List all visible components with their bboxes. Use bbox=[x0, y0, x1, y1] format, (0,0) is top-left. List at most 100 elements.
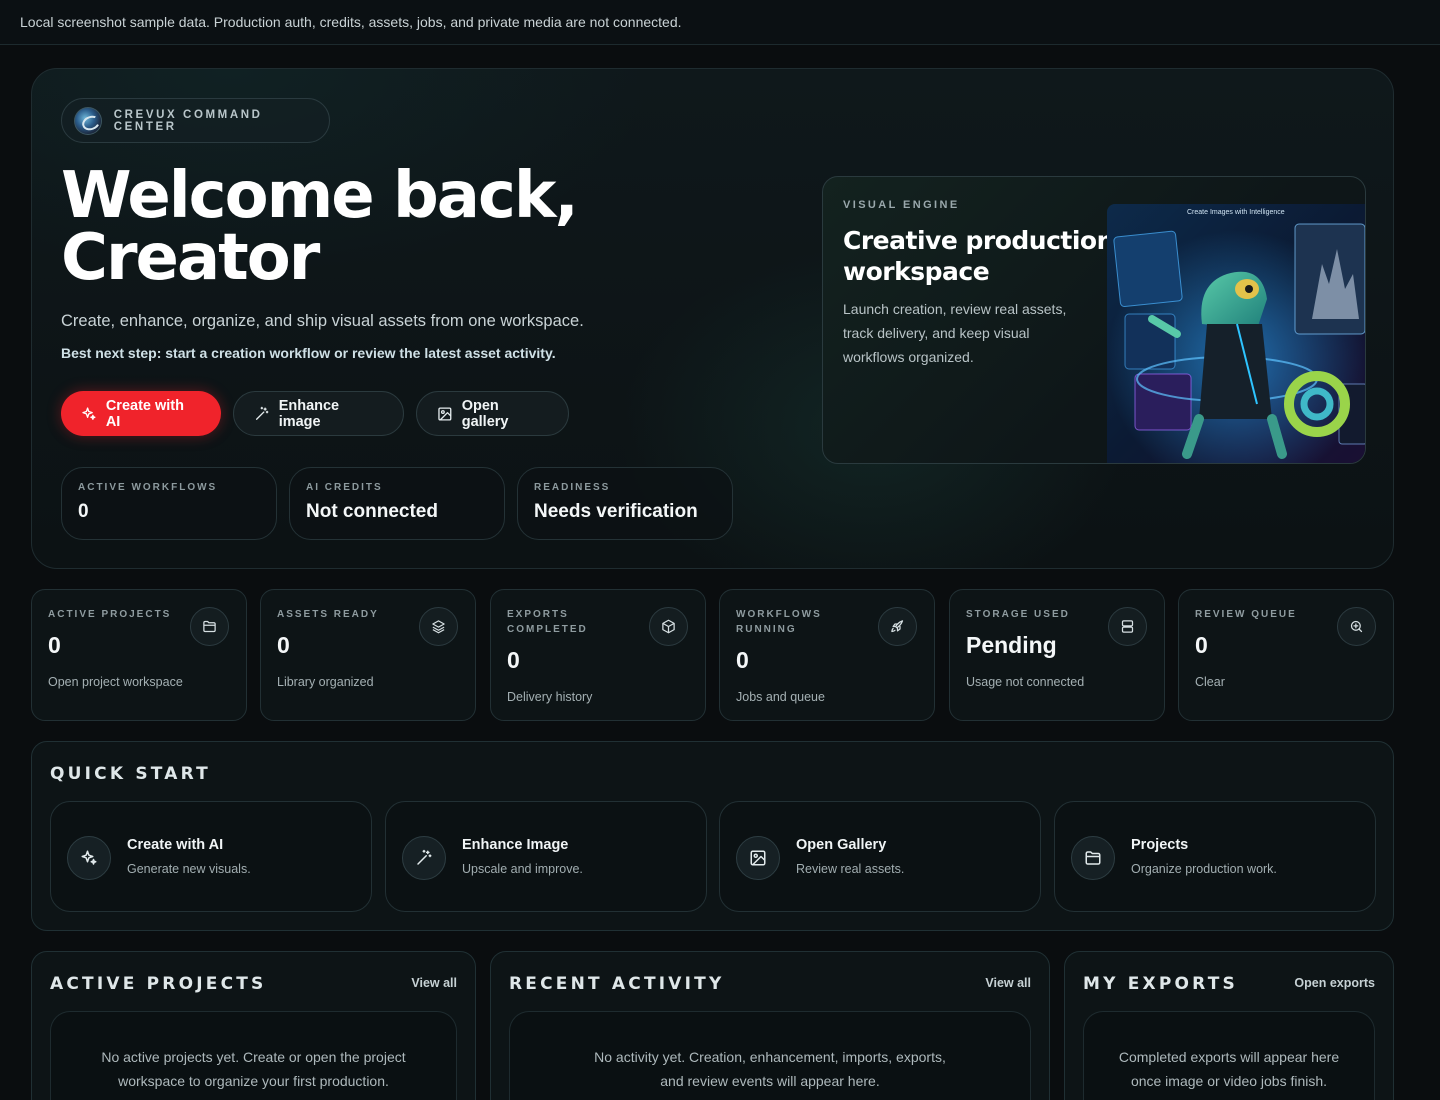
metric-value: 0 bbox=[736, 647, 749, 673]
metric-subtext: Library organized bbox=[277, 675, 374, 689]
quick-start-item-subtitle: Organize production work. bbox=[1131, 862, 1277, 876]
engine-description: Launch creation, review real assets, tra… bbox=[843, 301, 1067, 365]
metric-subtext: Open project workspace bbox=[48, 675, 183, 689]
quick-start-open-gallery[interactable]: Open Gallery Review real assets. bbox=[719, 801, 1041, 912]
quick-start-item-title: Create with AI bbox=[127, 837, 224, 853]
recent-activity-view-all-link[interactable]: View all bbox=[985, 976, 1031, 990]
active-projects-empty-state: No active projects yet. Create or open t… bbox=[50, 1011, 457, 1100]
create-with-ai-label: Create with AI bbox=[105, 397, 184, 430]
quick-start-item-title: Projects bbox=[1131, 837, 1189, 853]
magic-wand-icon bbox=[402, 836, 446, 880]
metric-card-workflows-running[interactable]: WORKFLOWS RUNNING 0 Jobs and queue bbox=[719, 589, 935, 721]
create-with-ai-button[interactable]: Create with AI bbox=[61, 391, 221, 436]
stat-active-workflows: ACTIVE WORKFLOWS 0 bbox=[61, 467, 277, 540]
quick-start-projects[interactable]: Projects Organize production work. bbox=[1054, 801, 1376, 912]
open-gallery-label: Open gallery bbox=[461, 397, 509, 430]
title-line-2: Creator bbox=[61, 221, 320, 295]
rocket-icon bbox=[878, 607, 917, 646]
metric-card-active-projects[interactable]: ACTIVE PROJECTS 0 Open project workspace bbox=[31, 589, 247, 721]
empty-state-line-1: No activity yet. Creation, enhancement, … bbox=[594, 1049, 946, 1065]
stat-readiness: READINESS Needs verification bbox=[517, 467, 733, 540]
metric-label: WORKFLOWS RUNNING bbox=[736, 609, 822, 635]
hero-subtitle: Create, enhance, organize, and ship visu… bbox=[61, 312, 584, 330]
empty-state-line-2: and review events will appear here. bbox=[660, 1073, 880, 1089]
banner-text: Local screenshot sample data. Production… bbox=[20, 14, 682, 30]
quick-start-item-title: Open Gallery bbox=[796, 837, 887, 853]
brand-logo-icon bbox=[74, 106, 102, 135]
recent-activity-empty-state: No activity yet. Creation, enhancement, … bbox=[509, 1011, 1031, 1100]
metric-subtext: Jobs and queue bbox=[736, 690, 825, 704]
empty-state-line-1: No active projects yet. Create or open t… bbox=[101, 1049, 406, 1065]
quick-start-item-subtitle: Generate new visuals. bbox=[127, 862, 251, 876]
folder-icon bbox=[190, 607, 229, 646]
open-exports-link[interactable]: Open exports bbox=[1294, 976, 1375, 990]
metric-label: STORAGE USED bbox=[966, 609, 1070, 620]
package-icon bbox=[649, 607, 688, 646]
magic-wand-icon bbox=[255, 406, 269, 420]
metric-label: ACTIVE PROJECTS bbox=[48, 609, 172, 620]
folder-icon bbox=[1071, 836, 1115, 880]
active-projects-panel: ACTIVE PROJECTS View all No active proje… bbox=[31, 951, 476, 1100]
sparkles-icon bbox=[82, 406, 96, 420]
my-exports-panel: MY EXPORTS Open exports Completed export… bbox=[1064, 951, 1394, 1100]
metric-label: REVIEW QUEUE bbox=[1195, 609, 1297, 620]
quick-start-create-with-ai[interactable]: Create with AI Generate new visuals. bbox=[50, 801, 372, 912]
engine-title: Creative production workspace bbox=[843, 225, 1133, 287]
metric-value: 0 bbox=[507, 647, 520, 673]
metric-card-storage-used[interactable]: STORAGE USED Pending Usage not connected bbox=[949, 589, 1165, 721]
stat-label: AI CREDITS bbox=[306, 482, 383, 493]
open-gallery-button[interactable]: Open gallery bbox=[416, 391, 569, 436]
metric-label: ASSETS READY bbox=[277, 609, 379, 620]
metric-card-exports-completed[interactable]: EXPORTS COMPLETED 0 Delivery history bbox=[490, 589, 706, 721]
metric-subtext: Clear bbox=[1195, 675, 1225, 689]
empty-state-line-2: workspace to organize your first product… bbox=[118, 1073, 389, 1089]
engine-label: VISUAL ENGINE bbox=[843, 199, 960, 211]
stat-value: Needs verification bbox=[534, 501, 698, 522]
empty-state-line-2: once image or video jobs finish. bbox=[1130, 1073, 1328, 1089]
stat-value: 0 bbox=[78, 501, 89, 522]
metric-subtext: Usage not connected bbox=[966, 675, 1085, 689]
chameleon-artwork: Create Images with Intelligence bbox=[1107, 204, 1365, 463]
engine-title-line-2: workspace bbox=[843, 257, 990, 286]
recent-activity-title: RECENT ACTIVITY bbox=[509, 974, 725, 994]
my-exports-empty-state: Completed exports will appear here once … bbox=[1083, 1011, 1375, 1100]
stat-ai-credits: AI CREDITS Not connected bbox=[289, 467, 505, 540]
metric-card-assets-ready[interactable]: ASSETS READY 0 Library organized bbox=[260, 589, 476, 721]
metric-card-review-queue[interactable]: REVIEW QUEUE 0 Clear bbox=[1178, 589, 1394, 721]
my-exports-title: MY EXPORTS bbox=[1083, 974, 1238, 994]
artwork-illustration bbox=[1107, 204, 1365, 463]
next-step-hint: Best next step: start a creation workflo… bbox=[61, 345, 556, 361]
sample-data-banner: Local screenshot sample data. Production… bbox=[0, 0, 1440, 45]
image-icon bbox=[736, 836, 780, 880]
artwork-caption: Create Images with Intelligence bbox=[1187, 209, 1285, 216]
title-line-1: Welcome back, bbox=[61, 159, 579, 233]
quick-start-enhance-image[interactable]: Enhance Image Upscale and improve. bbox=[385, 801, 707, 912]
enhance-image-label: Enhance image bbox=[278, 397, 340, 430]
active-projects-view-all-link[interactable]: View all bbox=[411, 976, 457, 990]
metric-label: EXPORTS COMPLETED bbox=[507, 609, 588, 635]
active-projects-title: ACTIVE PROJECTS bbox=[50, 974, 267, 994]
empty-state-line-1: Completed exports will appear here bbox=[1118, 1049, 1340, 1065]
enhance-image-button[interactable]: Enhance image bbox=[233, 391, 404, 436]
brand-name: CREVUX COMMAND CENTER bbox=[113, 108, 263, 133]
stat-label: READINESS bbox=[534, 482, 611, 493]
image-icon bbox=[438, 406, 452, 421]
stat-label: ACTIVE WORKFLOWS bbox=[78, 482, 218, 493]
quick-start-item-subtitle: Review real assets. bbox=[796, 862, 905, 876]
stat-value: Not connected bbox=[306, 501, 438, 522]
metric-subtext: Delivery history bbox=[507, 690, 593, 704]
quick-start-title: QUICK START bbox=[50, 764, 211, 784]
layers-icon bbox=[419, 607, 458, 646]
sparkles-icon bbox=[67, 836, 111, 880]
hero-section: CREVUX COMMAND CENTER Welcome back, Crea… bbox=[31, 68, 1394, 569]
page-title: Welcome back, Creator bbox=[61, 159, 579, 295]
quick-start-item-subtitle: Upscale and improve. bbox=[462, 862, 583, 876]
server-icon bbox=[1108, 607, 1147, 646]
quick-start-panel: QUICK START Create with AI Generate new … bbox=[31, 741, 1394, 931]
engine-title-line-1: Creative production bbox=[843, 226, 1114, 255]
visual-engine-card: VISUAL ENGINE Creative production worksp… bbox=[822, 176, 1366, 464]
brand-pill: CREVUX COMMAND CENTER bbox=[61, 98, 330, 143]
quick-start-item-title: Enhance Image bbox=[462, 837, 569, 853]
search-icon bbox=[1337, 607, 1376, 646]
recent-activity-panel: RECENT ACTIVITY View all No activity yet… bbox=[490, 951, 1050, 1100]
